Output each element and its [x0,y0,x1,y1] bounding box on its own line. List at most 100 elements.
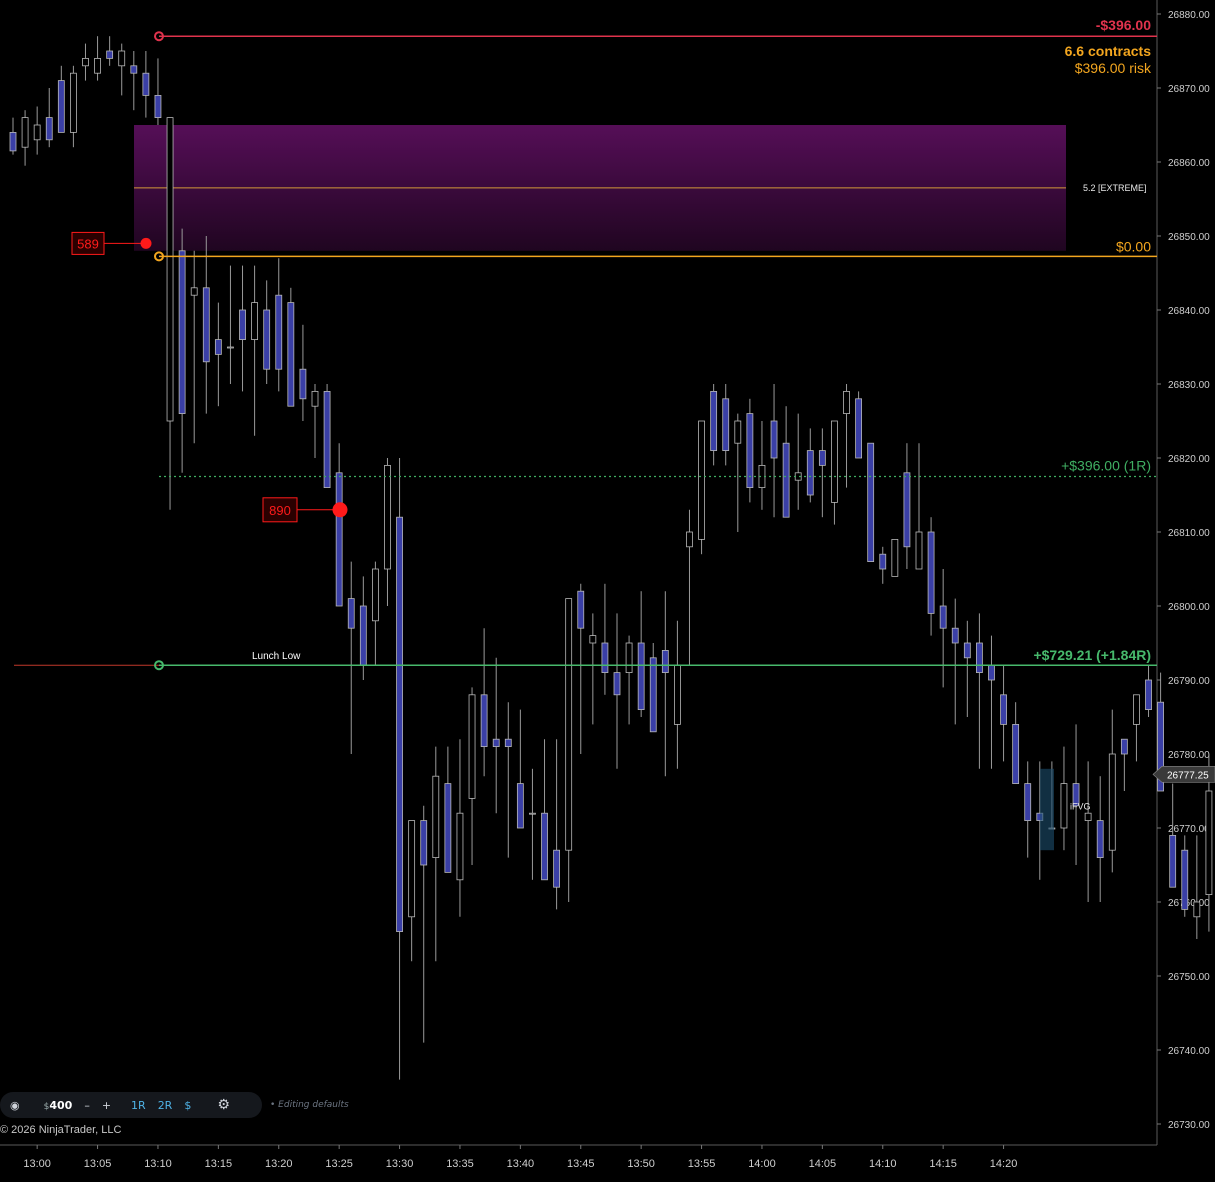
risk-toolbar: ◉ $400 – + 1R 2R $ ⚙ [0,1092,262,1118]
chart-canvas[interactable]: 26730.00 26740.00 26750.00 26760.00 26770.00… [0,0,1215,1177]
ifvg-box [1040,768,1054,851]
candle-body [9,131,17,152]
candle-body [698,420,705,540]
candle-body [299,368,307,400]
y-tick-label: 26760.00 [1168,898,1210,909]
candle-body [1181,849,1189,910]
y-tick-label: 26790.00 [1168,676,1210,687]
candle-body [951,627,959,644]
candle-body [770,420,778,459]
y-tick-label: 26740.00 [1168,1046,1210,1057]
candle-body [359,605,367,666]
candle-body [227,346,234,349]
risk-amount-value: 400 [49,1098,73,1112]
increase-risk-button[interactable]: + [96,1099,117,1112]
ifvg-label: iFVG [1070,802,1091,812]
candle-body [541,812,548,881]
y-tick-label: 26770.00 [1168,824,1210,835]
risk-amount-field[interactable]: $400 [38,1099,79,1112]
candle-body [239,309,246,341]
target-2r-button[interactable]: 2R [152,1099,179,1112]
candle-body [130,65,138,74]
candle-body [976,642,983,674]
candle-body [1084,812,1092,822]
contracts-label: 6.6 contracts [1065,43,1152,59]
candle-body [710,390,718,451]
y-tick-label: 26810.00 [1168,528,1210,539]
price-chart[interactable]: 26730.00 26740.00 26750.00 26760.00 26770.00… [0,0,1215,1177]
candle-body [589,635,597,644]
x-tick-label: 13:15 [205,1158,233,1170]
candle-body [432,775,440,859]
decrease-risk-button[interactable]: – [78,1099,96,1112]
copyright-notice: © 2026 NinjaTrader, LLC [0,1124,122,1136]
y-tick-label: 26800.00 [1168,602,1210,613]
dollar-target-button[interactable]: $ [178,1099,197,1112]
candle-body [94,58,101,74]
candle-body [601,642,609,674]
candle-body [1024,783,1032,821]
candle-body [1133,694,1140,725]
candle-body [311,390,319,407]
marker-890-dot [332,502,348,518]
x-tick-label: 13:25 [325,1158,353,1170]
candle-body [939,605,947,629]
candle-body [1060,783,1068,829]
candle-body [371,568,379,622]
marker-589-label: 589 [77,236,99,251]
candle-body [70,72,77,133]
risk-label: $396.00 risk [1075,60,1152,76]
candle-body [251,302,259,341]
editing-defaults-status: • Editing defaults [270,1100,349,1110]
candle-body [963,642,971,659]
candle-body [480,694,488,747]
candle-body [1108,753,1116,851]
candle-body [420,820,428,866]
candle-body [867,442,875,563]
candle-body [649,657,657,733]
candle-body [263,309,271,370]
candle-body [988,664,995,681]
candle-body [734,420,742,444]
current-price-label: 26777.25 [1167,770,1209,781]
candle-body [444,783,452,873]
y-tick-label: 26820.00 [1168,454,1210,465]
candle-body [1000,694,1007,725]
candle-body [1193,901,1201,918]
candle-body [396,516,403,933]
candle-body [492,738,500,748]
y-tick-label: 26830.00 [1168,380,1210,391]
stop-pnl-label: -$396.00 [1096,17,1151,33]
y-tick-label: 26780.00 [1168,750,1210,761]
y-tick-label: 26850.00 [1168,232,1210,243]
candle-body [166,117,174,422]
y-tick-label: 26870.00 [1168,84,1210,95]
candle-body [468,694,476,799]
x-tick-label: 14:10 [869,1158,897,1170]
x-tick-label: 13:55 [688,1158,716,1170]
candle-body [456,812,464,881]
candle-body [202,287,210,363]
settings-gear-icon[interactable]: ⚙ [211,1097,236,1113]
candle-body [142,72,150,96]
target-1r-button[interactable]: 1R [125,1099,152,1112]
target-toggle-icon[interactable]: ◉ [0,1099,26,1112]
candle-body [565,598,573,851]
candle-body [831,420,838,503]
candle-body [529,812,536,815]
x-tick-label: 14:00 [748,1158,776,1170]
candle-body [553,849,560,888]
marker-890-label: 890 [269,503,291,518]
candle-body [1096,820,1104,858]
candle-body [915,531,923,570]
candle-body [1012,724,1020,785]
candle-body [927,531,935,614]
candle-body [323,390,331,488]
candle-body [818,450,826,466]
extreme-level-label: 5.2 [EXTREME] [1083,183,1147,193]
candle-body [275,294,283,370]
candle-body [106,50,114,59]
target-1r-label: +$396.00 (1R) [1061,458,1151,474]
x-tick-label: 13:10 [144,1158,172,1170]
x-tick-label: 13:30 [386,1158,414,1170]
